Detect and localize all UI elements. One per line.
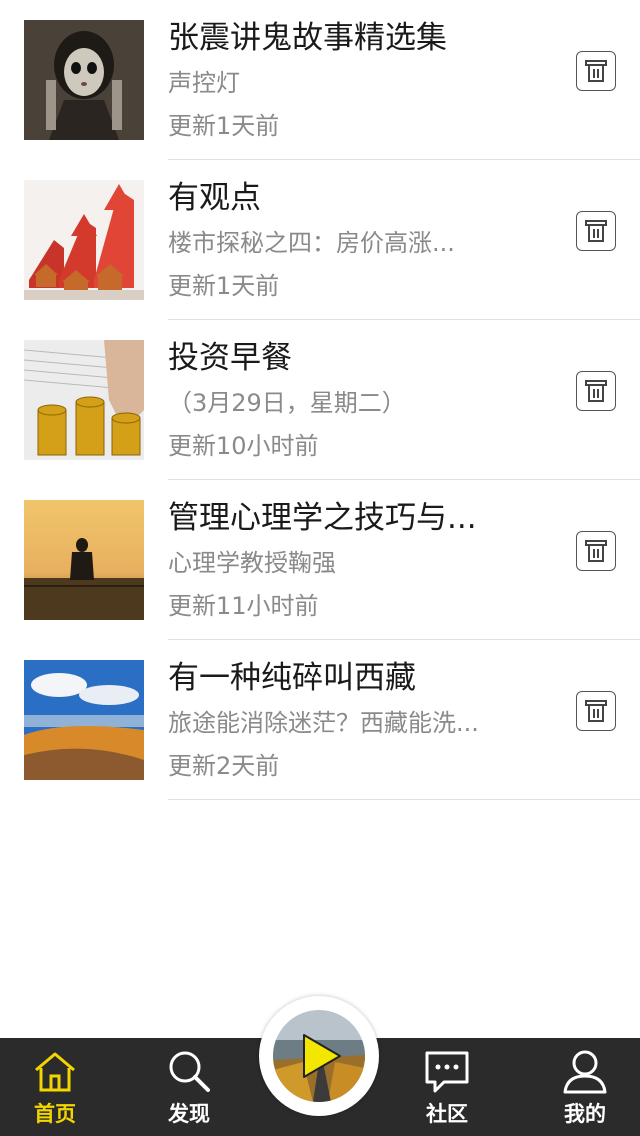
delete-button[interactable] [576, 531, 616, 571]
tab-community-label: 社区 [426, 1102, 468, 1126]
housing-prices-thumbnail [24, 180, 144, 300]
delete-button[interactable] [576, 51, 616, 91]
list-item[interactable]: 有一种纯碎叫西藏 旅途能消除迷茫？西藏能洗... 更新2天前 [0, 640, 640, 800]
gold-coins-thumbnail [24, 340, 144, 460]
item-update-time: 更新1天前 [168, 272, 280, 300]
tab-discover-label: 发现 [168, 1102, 210, 1126]
play-icon [303, 1034, 341, 1078]
list-item[interactable]: 投资早餐 （3月29日，星期二） 更新10小时前 [0, 320, 640, 480]
tab-mine[interactable]: 我的 [530, 1038, 640, 1136]
item-title: 有一种纯碎叫西藏 [168, 660, 416, 696]
trash-icon [585, 540, 607, 562]
sunset-man-thumbnail [24, 500, 144, 620]
tab-discover[interactable]: 发现 [134, 1038, 244, 1136]
subscription-list: 张震讲鬼故事精选集 声控灯 更新1天前 有观点 楼市探秘之四：房价高涨... 更… [0, 0, 640, 800]
item-subtitle: 声控灯 [168, 69, 240, 97]
tab-community[interactable]: 社区 [392, 1038, 502, 1136]
ghost-girl-thumbnail [24, 20, 144, 140]
user-icon [563, 1050, 607, 1094]
tab-mine-label: 我的 [564, 1102, 606, 1126]
item-update-time: 更新11小时前 [168, 592, 319, 620]
item-update-time: 更新1天前 [168, 112, 280, 140]
trash-icon [585, 380, 607, 402]
delete-button[interactable] [576, 691, 616, 731]
delete-button[interactable] [576, 211, 616, 251]
item-title: 张震讲鬼故事精选集 [168, 20, 447, 56]
trash-icon [585, 700, 607, 722]
item-subtitle: （3月29日，星期二） [168, 389, 406, 417]
item-title: 有观点 [168, 180, 261, 216]
list-item[interactable]: 张震讲鬼故事精选集 声控灯 更新1天前 [0, 0, 640, 160]
item-subtitle: 楼市探秘之四：房价高涨... [168, 229, 455, 257]
item-subtitle: 心理学教授鞠强 [168, 549, 336, 577]
list-item[interactable]: 管理心理学之技巧与... 心理学教授鞠强 更新11小时前 [0, 480, 640, 640]
chat-bubble-icon [425, 1051, 469, 1093]
item-update-time: 更新2天前 [168, 752, 280, 780]
item-title: 投资早餐 [168, 340, 292, 376]
delete-button[interactable] [576, 371, 616, 411]
now-playing-button[interactable] [259, 996, 379, 1116]
item-title: 管理心理学之技巧与... [168, 500, 477, 536]
tab-home-label: 首页 [34, 1102, 76, 1126]
item-subtitle: 旅途能消除迷茫？西藏能洗... [168, 709, 479, 737]
home-icon [35, 1052, 75, 1092]
search-icon [169, 1051, 210, 1092]
list-item[interactable]: 有观点 楼市探秘之四：房价高涨... 更新1天前 [0, 160, 640, 320]
trash-icon [585, 220, 607, 242]
tab-home[interactable]: 首页 [0, 1038, 110, 1136]
trash-icon [585, 60, 607, 82]
tibet-landscape-thumbnail [24, 660, 144, 780]
item-update-time: 更新10小时前 [168, 432, 319, 460]
